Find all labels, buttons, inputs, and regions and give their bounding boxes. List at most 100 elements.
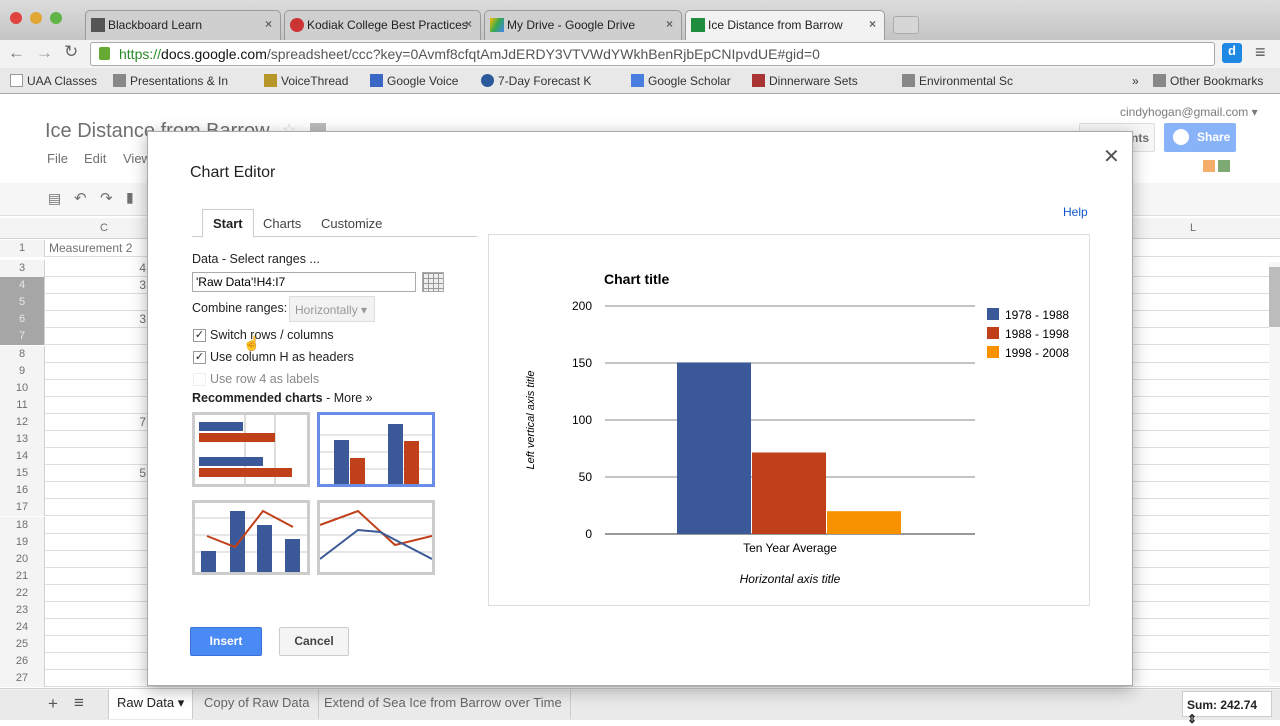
- data-range-input[interactable]: [192, 272, 416, 292]
- sum-indicator[interactable]: Sum: 242.74 ⇕: [1182, 691, 1272, 726]
- cancel-button[interactable]: Cancel: [279, 627, 349, 656]
- tab-label: My Drive - Google Drive: [507, 18, 636, 32]
- folder-icon: [113, 74, 126, 87]
- tab-customize[interactable]: Customize: [321, 216, 382, 231]
- sheet-list-icon[interactable]: ≡: [74, 693, 84, 713]
- data-hint: - Select ranges ...: [218, 252, 320, 266]
- x-tick-label: Ten Year Average: [743, 541, 837, 555]
- pinterest-icon: [752, 74, 765, 87]
- reload-icon[interactable]: ↻: [64, 42, 78, 62]
- recommended-line-chart-thumbnail[interactable]: [317, 500, 435, 575]
- bookmark[interactable]: 7-Day Forecast K: [481, 74, 591, 88]
- google-scholar-icon: [631, 74, 644, 87]
- zoom-window-button[interactable]: [50, 12, 62, 24]
- bookmark[interactable]: Environmental Sc: [902, 74, 1013, 88]
- bookmark-label: Dinnerware Sets: [769, 74, 858, 88]
- bookmark-label: Other Bookmarks: [1170, 74, 1264, 88]
- sheets-icon: [691, 18, 705, 32]
- bookmark-label: UAA Classes: [27, 74, 98, 88]
- legend-swatch: [987, 327, 999, 339]
- bookmark[interactable]: VoiceThread: [264, 74, 348, 88]
- column-chart-icon: [320, 424, 432, 484]
- noaa-icon: [481, 74, 494, 87]
- url-path: /spreadsheet/ccc?key=0Avmf8cfqtAmJdERDY3…: [266, 46, 820, 62]
- add-sheet-icon[interactable]: +: [48, 694, 58, 714]
- close-tab-icon[interactable]: ×: [666, 17, 673, 31]
- address-bar[interactable]: https://docs.google.com/spreadsheet/ccc?…: [90, 42, 1215, 66]
- checkbox-checked[interactable]: ✓: [193, 329, 206, 342]
- tab-start[interactable]: Start: [202, 209, 254, 238]
- sheet-tab-copy-of-raw-data[interactable]: Copy of Raw Data: [196, 689, 319, 719]
- tab-label: Blackboard Learn: [108, 18, 203, 32]
- chevron-down-icon[interactable]: ▾: [178, 695, 185, 710]
- bookmark-label: Environmental Sc: [919, 74, 1014, 88]
- tab-charts[interactable]: Charts: [263, 216, 301, 231]
- minimize-window-button[interactable]: [30, 12, 42, 24]
- legend-swatch: [987, 346, 999, 358]
- bar-1978-1988: [677, 362, 751, 534]
- close-tab-icon[interactable]: ×: [869, 17, 876, 31]
- voicethread-icon: [264, 74, 277, 87]
- sum-value: Sum: 242.74: [1187, 698, 1258, 712]
- page-icon: [10, 74, 23, 87]
- bookmark[interactable]: UAA Classes: [10, 74, 97, 88]
- y-tick-label: 50: [579, 470, 593, 484]
- legend-label: 1978 - 1988: [1005, 308, 1069, 322]
- y-axis-title: Left vertical axis title: [525, 370, 537, 469]
- y-tick-label: 0: [585, 527, 592, 541]
- chart-title: Chart title: [604, 271, 670, 287]
- y-tick-label: 150: [572, 356, 592, 370]
- bookmark-label: Google Voice: [387, 74, 459, 88]
- recommended-label: Recommended charts: [192, 391, 323, 405]
- column-chart: Chart title 0 50 100 150 200 1978 - 1988 1988 -…: [525, 271, 1069, 586]
- checkbox-unchecked[interactable]: [193, 373, 206, 386]
- bookmark[interactable]: Google Scholar: [631, 74, 731, 88]
- checkbox-label: Use row 4 as labels: [210, 372, 320, 386]
- insert-button[interactable]: Insert: [190, 627, 262, 656]
- recommended-bar-chart-thumbnail[interactable]: [192, 412, 310, 487]
- combine-ranges-select[interactable]: Horizontally ▾: [289, 296, 375, 322]
- sheet-tab-extend-of-sea-ice[interactable]: Extend of Sea Ice from Barrow over Time: [316, 689, 571, 719]
- browser-tab[interactable]: My Drive - Google Drive ×: [484, 10, 682, 40]
- extension-icon[interactable]: d: [1222, 43, 1242, 63]
- bookmark[interactable]: Presentations & In: [113, 74, 228, 88]
- folder-icon: [902, 74, 915, 87]
- legend-label: 1998 - 2008: [1005, 346, 1069, 360]
- close-tab-icon[interactable]: ×: [265, 17, 272, 31]
- more-charts-link[interactable]: - More »: [323, 391, 373, 405]
- browser-tab[interactable]: Blackboard Learn ×: [85, 10, 281, 40]
- combo-chart-icon: [195, 509, 307, 572]
- bookmark[interactable]: Dinnerware Sets: [752, 74, 858, 88]
- sheet-tab-raw-data[interactable]: Raw Data ▾: [108, 689, 194, 719]
- browser-tab-active[interactable]: Ice Distance from Barrow ×: [685, 10, 885, 40]
- browser-tab[interactable]: Kodiak College Best Practices ×: [284, 10, 481, 40]
- checkbox-label: Switch rows / columns: [210, 328, 334, 342]
- close-icon[interactable]: ✕: [1103, 144, 1120, 169]
- checkbox-checked[interactable]: ✓: [193, 351, 206, 364]
- dialog-title: Chart Editor: [190, 164, 276, 181]
- recommended-column-chart-thumbnail[interactable]: [317, 412, 435, 487]
- close-window-button[interactable]: [10, 12, 22, 24]
- menu-icon[interactable]: ≡: [1255, 42, 1266, 63]
- forward-icon[interactable]: →: [36, 43, 53, 63]
- checkbox-label: Use column H as headers: [210, 350, 354, 364]
- recommended-charts-heading: Recommended charts - More »: [192, 391, 373, 405]
- help-link[interactable]: Help: [1063, 205, 1088, 219]
- blackboard-icon: [91, 18, 105, 32]
- bookmarks-overflow-button[interactable]: »: [1132, 74, 1139, 88]
- bookmark[interactable]: Google Voice: [370, 74, 458, 88]
- data-label: Data: [192, 252, 219, 266]
- recommended-combo-chart-thumbnail[interactable]: [192, 500, 310, 575]
- select-range-grid-icon[interactable]: [422, 272, 444, 292]
- bookmark-label: Presentations & In: [130, 74, 229, 88]
- data-range-label: Data - Select ranges ...: [192, 252, 320, 266]
- bar-1988-1998: [752, 452, 826, 534]
- new-tab-button[interactable]: [893, 16, 919, 34]
- sheet-tabs-bar: + ≡ Raw Data ▾ Copy of Raw Data Extend o…: [0, 688, 1280, 726]
- other-bookmarks[interactable]: Other Bookmarks: [1153, 74, 1263, 88]
- close-tab-icon[interactable]: ×: [465, 17, 472, 31]
- line-chart-icon: [320, 509, 432, 560]
- bookmark-label: 7-Day Forecast K: [498, 74, 592, 88]
- combine-ranges-label: Combine ranges:: [192, 301, 288, 315]
- back-icon[interactable]: ←: [8, 43, 25, 63]
